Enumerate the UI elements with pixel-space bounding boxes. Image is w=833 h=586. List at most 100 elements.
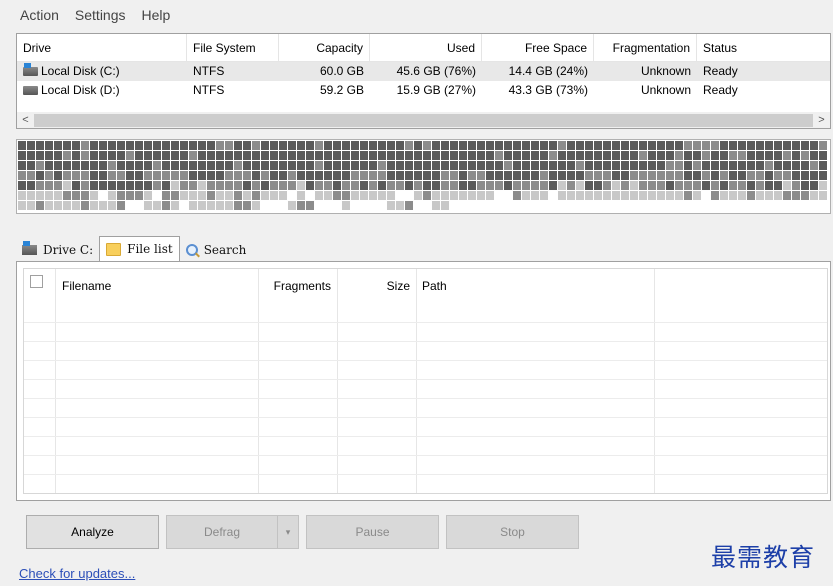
- cluster-block: [225, 201, 233, 210]
- cluster-block: [513, 141, 521, 150]
- cluster-block: [342, 161, 350, 170]
- cluster-block: [585, 171, 593, 180]
- cluster-block: [396, 141, 404, 150]
- cluster-block: [378, 151, 386, 160]
- scroll-right-arrow[interactable]: >: [813, 112, 830, 129]
- cluster-block: [207, 151, 215, 160]
- cluster-block: [495, 201, 503, 210]
- tab-strip: Drive C: File list Search: [16, 236, 253, 262]
- search-icon: [185, 244, 198, 256]
- cluster-block: [405, 191, 413, 200]
- cluster-block: [549, 151, 557, 160]
- menu-help[interactable]: Help: [134, 6, 179, 24]
- cluster-block: [351, 161, 359, 170]
- col-used[interactable]: Used: [370, 34, 482, 61]
- cluster-block: [495, 181, 503, 190]
- cluster-block: [27, 151, 35, 160]
- defrag-dropdown-arrow[interactable]: ▾: [277, 515, 299, 549]
- cluster-block: [315, 171, 323, 180]
- analyze-button[interactable]: Analyze: [26, 515, 159, 549]
- cluster-block: [99, 141, 107, 150]
- drive-row-d[interactable]: Local Disk (D:) NTFS 59.2 GB 15.9 GB (27…: [17, 81, 830, 100]
- stop-button[interactable]: Stop: [446, 515, 579, 549]
- col-free-space[interactable]: Free Space: [482, 34, 594, 61]
- drive-list: Drive File System Capacity Used Free Spa…: [16, 33, 831, 129]
- drive-list-header: Drive File System Capacity Used Free Spa…: [17, 34, 830, 62]
- cluster-block: [261, 191, 269, 200]
- cluster-block: [756, 191, 764, 200]
- cluster-block: [324, 171, 332, 180]
- scroll-track[interactable]: [34, 113, 813, 128]
- cluster-block: [387, 141, 395, 150]
- cluster-block: [666, 201, 674, 210]
- cluster-block: [711, 151, 719, 160]
- tab-file-list[interactable]: File list: [99, 236, 180, 262]
- cluster-block: [45, 181, 53, 190]
- cluster-block: [720, 171, 728, 180]
- col-fragmentation[interactable]: Fragmentation: [594, 34, 697, 61]
- cluster-block: [432, 201, 440, 210]
- cluster-block: [531, 171, 539, 180]
- cluster-block: [288, 201, 296, 210]
- col-filename[interactable]: Filename: [56, 269, 117, 303]
- drive-list-hscrollbar[interactable]: < >: [17, 111, 830, 128]
- cluster-block: [576, 201, 584, 210]
- pause-button[interactable]: Pause: [306, 515, 439, 549]
- col-size[interactable]: Size: [337, 269, 416, 303]
- cluster-block: [783, 191, 791, 200]
- select-all-checkbox[interactable]: [30, 275, 43, 288]
- cluster-block: [720, 191, 728, 200]
- cluster-block: [441, 191, 449, 200]
- cluster-block: [603, 201, 611, 210]
- cluster-block: [711, 141, 719, 150]
- menu-action[interactable]: Action: [12, 6, 67, 24]
- cluster-block: [684, 201, 692, 210]
- cluster-block: [621, 181, 629, 190]
- col-drive[interactable]: Drive: [17, 34, 187, 61]
- cluster-block: [198, 161, 206, 170]
- cluster-block: [477, 151, 485, 160]
- cluster-block: [387, 181, 395, 190]
- cluster-block: [153, 191, 161, 200]
- scroll-left-arrow[interactable]: <: [17, 112, 34, 129]
- cluster-block: [135, 191, 143, 200]
- cluster-block: [18, 191, 26, 200]
- cluster-block: [747, 161, 755, 170]
- tab-drive[interactable]: Drive C:: [16, 239, 100, 262]
- cluster-block: [531, 141, 539, 150]
- cluster-block: [594, 161, 602, 170]
- cluster-block: [99, 171, 107, 180]
- cluster-block: [81, 201, 89, 210]
- col-path[interactable]: Path: [416, 269, 453, 303]
- cluster-block: [756, 161, 764, 170]
- col-status[interactable]: Status: [697, 34, 830, 61]
- cluster-block: [612, 181, 620, 190]
- cluster-block: [423, 201, 431, 210]
- cluster-block: [765, 191, 773, 200]
- cluster-block: [387, 171, 395, 180]
- cluster-block: [639, 201, 647, 210]
- drive-row-c[interactable]: Local Disk (C:) NTFS 60.0 GB 45.6 GB (76…: [17, 62, 830, 81]
- menu-settings[interactable]: Settings: [67, 6, 134, 24]
- cluster-block: [81, 181, 89, 190]
- col-capacity[interactable]: Capacity: [279, 34, 370, 61]
- cluster-block: [360, 201, 368, 210]
- cluster-block: [486, 161, 494, 170]
- check-updates-link[interactable]: Check for updates...: [19, 566, 135, 581]
- tab-search[interactable]: Search: [179, 239, 253, 262]
- col-fragments[interactable]: Fragments: [258, 269, 337, 303]
- col-file-system[interactable]: File System: [187, 34, 279, 61]
- cluster-block: [261, 171, 269, 180]
- cluster-block: [738, 191, 746, 200]
- cluster-block: [504, 151, 512, 160]
- cluster-block: [522, 141, 530, 150]
- cluster-block: [486, 201, 494, 210]
- cluster-block: [90, 181, 98, 190]
- scroll-thumb[interactable]: [34, 113, 813, 127]
- cluster-block: [72, 201, 80, 210]
- cluster-block: [747, 141, 755, 150]
- cluster-block: [792, 181, 800, 190]
- defrag-button[interactable]: Defrag: [166, 515, 278, 549]
- cluster-block: [558, 161, 566, 170]
- cluster-block: [810, 141, 818, 150]
